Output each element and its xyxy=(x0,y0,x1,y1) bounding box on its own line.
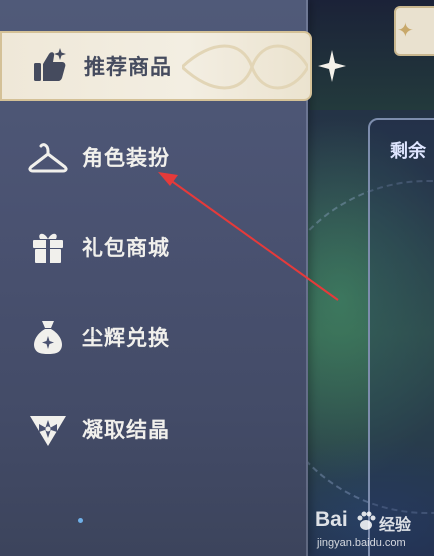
sidebar-item-label: 角色装扮 xyxy=(82,146,170,170)
watermark-url: jingyan.baidu.com xyxy=(317,537,406,549)
sidebar-item-label: 尘辉兑换 xyxy=(82,326,170,350)
sidebar-item-label: 凝取结晶 xyxy=(82,418,170,442)
paw-icon xyxy=(357,511,376,530)
money-bag-icon xyxy=(26,315,70,359)
hanger-icon xyxy=(26,135,70,179)
sidebar-item-label: 礼包商城 xyxy=(82,236,170,260)
baidu-jingyan-label: 经验 xyxy=(379,515,412,534)
thumbs-up-sparkle-icon xyxy=(28,44,72,88)
panel-title: 剩余 xyxy=(390,141,426,162)
sidebar-item-crystal[interactable]: 凝取结晶 xyxy=(0,398,300,460)
sidebar-item-outfits[interactable]: 角色装扮 xyxy=(0,126,300,188)
sidebar-item-label: 推荐商品 xyxy=(84,55,172,79)
star-icon: ✦ xyxy=(397,18,414,42)
sidebar-item-exchange[interactable]: 尘辉兑换 xyxy=(0,306,300,368)
baidu-watermark: Bai 经验 jingyan.baidu.com xyxy=(315,508,433,554)
sparkle-icon xyxy=(318,50,346,82)
gift-box-icon xyxy=(26,225,70,269)
sidebar-item-gift-shop[interactable]: 礼包商城 xyxy=(0,216,300,278)
sidebar: 推荐商品 角色装扮 礼包商城 尘辉兑换 凝取结晶 xyxy=(0,0,312,556)
swirl-decoration xyxy=(182,44,308,90)
sidebar-item-recommended[interactable]: 推荐商品 xyxy=(0,31,312,101)
baidu-logo: Bai xyxy=(315,508,348,531)
crystal-emblem-icon xyxy=(26,407,70,451)
glow-dot xyxy=(78,518,83,523)
content-panel xyxy=(368,118,434,556)
